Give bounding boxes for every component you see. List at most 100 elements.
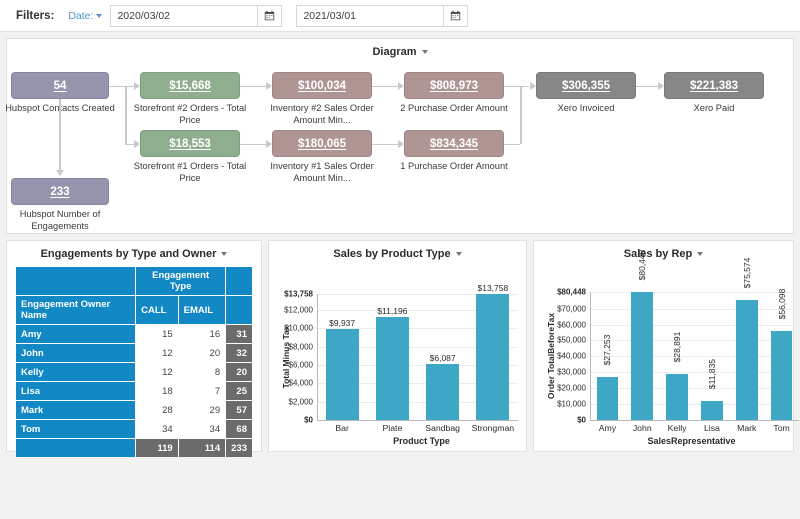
grid-line [590, 292, 799, 293]
bar[interactable] [631, 292, 654, 420]
y-axis-line [317, 294, 318, 420]
grid-line [590, 372, 799, 374]
y-axis-tick-label: $60,000 [557, 320, 586, 330]
diagram-node-label: Storefront #2 Orders - Total Price [133, 103, 247, 125]
start-date-input[interactable] [110, 4, 259, 27]
bar[interactable] [426, 364, 460, 420]
header-owner-name: Engagement Owner Name [16, 296, 136, 324]
diagram-title: Diagram [372, 46, 417, 58]
end-date-input[interactable] [296, 4, 445, 27]
x-axis-tick-label: Mark [737, 423, 757, 433]
row-email-value: 34 [178, 420, 226, 438]
diagram-node-label: Xero Paid [693, 103, 735, 113]
diagram-node[interactable]: $834,345 [404, 130, 504, 157]
diagram-node[interactable]: $15,668 [140, 72, 240, 99]
y-axis-tick-label: $80,448 [557, 287, 586, 297]
x-axis-line [317, 420, 518, 421]
table-row[interactable]: Lisa 18 7 25 [16, 382, 252, 400]
bar-value-label: $28,891 [672, 331, 683, 363]
totals-grand: 233 [226, 439, 252, 457]
diagram-node-label: Storefront #1 Orders - Total Price [133, 161, 247, 183]
diagram-arrow [398, 81, 404, 90]
table-row[interactable]: Tom 34 34 68 [16, 420, 252, 438]
product-chart-title: Sales by Product Type [333, 248, 451, 260]
grid-line [590, 356, 799, 358]
row-total-value: 68 [226, 420, 252, 438]
bar[interactable] [770, 330, 793, 420]
diagram-node[interactable]: 233 [11, 178, 109, 205]
diagram-node[interactable]: $221,383 [664, 72, 764, 99]
rep-chart-title-bar[interactable]: Sales by Rep [534, 241, 793, 260]
y-axis-tick-label: $0 [304, 415, 313, 425]
diagram-node[interactable]: $306,355 [536, 72, 636, 99]
header-total-spacer [226, 267, 252, 295]
diagram-node-value: $808,973 [430, 79, 478, 92]
chevron-down-icon [421, 50, 428, 54]
bar-value-label: $9,937 [329, 317, 356, 328]
calendar-icon [451, 10, 461, 21]
row-owner-name: Amy [16, 325, 136, 343]
diagram-connector [125, 85, 127, 144]
diagram-arrow [266, 139, 272, 148]
diagram-node-value: $834,345 [430, 137, 478, 150]
diagram-node[interactable]: $100,034 [272, 72, 372, 99]
chevron-down-icon [697, 252, 704, 256]
x-axis-tick-label: Strongman [471, 423, 515, 433]
y-axis-tick-label: $70,000 [557, 304, 586, 314]
table-totals-row: 119 114 233 [16, 439, 252, 457]
row-email-value: 20 [178, 344, 226, 362]
diagram-node[interactable]: $18,553 [140, 130, 240, 157]
bar[interactable] [325, 328, 359, 420]
filter-bar: Filters: Date: [0, 0, 800, 32]
bottom-row: Engagements by Type and Owner Engagement… [6, 240, 799, 457]
x-axis-tick-label: Tom [773, 423, 790, 433]
bar[interactable] [701, 401, 723, 420]
end-date-calendar-button[interactable] [444, 4, 469, 27]
bar[interactable] [596, 376, 619, 420]
diagram-node[interactable]: $180,065 [272, 130, 372, 157]
engagements-title-bar[interactable]: Engagements by Type and Owner [7, 241, 261, 260]
engagements-title: Engagements by Type and Owner [40, 248, 217, 260]
bar[interactable] [375, 317, 409, 420]
date-filter-dropdown[interactable]: Date: [68, 10, 103, 22]
diagram-node-label: 1 Purchase Order Amount [400, 161, 508, 171]
y-axis-tick-label: $2,000 [288, 397, 313, 407]
y-axis-tick-label: $50,000 [557, 335, 586, 345]
diagram-node-value: 54 [53, 79, 67, 92]
row-call-value: 18 [136, 382, 178, 400]
x-axis-tick-label: Kelly [667, 423, 687, 433]
totals-call: 119 [136, 439, 178, 457]
y-axis-line [590, 292, 591, 420]
diagram-connector [125, 85, 134, 87]
table-header-row-columns: Engagement Owner Name CALL EMAIL [16, 296, 252, 324]
end-date-group [296, 4, 469, 27]
start-date-calendar-button[interactable] [258, 4, 283, 27]
diagram-node[interactable]: 54 [11, 72, 109, 99]
table-row[interactable]: Mark 28 29 57 [16, 401, 252, 419]
bar[interactable] [476, 294, 510, 420]
diagram-connector [504, 85, 520, 87]
bar[interactable] [666, 374, 688, 420]
header-email: EMAIL [178, 296, 226, 324]
diagram-title-bar[interactable]: Diagram [7, 39, 793, 58]
start-date-group [110, 4, 283, 27]
product-chart-title-bar[interactable]: Sales by Product Type [269, 241, 526, 260]
diagram-node[interactable]: $808,973 [404, 72, 504, 99]
x-axis-tick-label: Bar [335, 423, 349, 433]
engagements-table: Engagement Type Engagement Owner Name CA… [15, 266, 253, 458]
chevron-down-icon [96, 13, 103, 18]
sales-by-rep-card: Sales by Rep Order TotalBeforeTax $0 $10,0… [533, 240, 799, 452]
table-row[interactable]: Amy 15 16 31 [16, 325, 252, 343]
bar-value-label: $75,574 [741, 257, 752, 289]
bar-value-label: $11,196 [377, 306, 408, 317]
diagram-node-value: $18,553 [169, 137, 211, 150]
grid-line [590, 324, 799, 326]
filters-label: Filters: [16, 9, 55, 22]
bar-value-label: $27,253 [602, 334, 613, 365]
engagements-table-head: Engagement Type Engagement Owner Name CA… [16, 267, 252, 324]
diagram-arrow [134, 139, 140, 148]
diagram-connector [59, 99, 61, 171]
table-row[interactable]: Kelly 12 8 20 [16, 363, 252, 381]
table-row[interactable]: John 12 20 32 [16, 344, 252, 362]
bar[interactable] [735, 299, 758, 420]
